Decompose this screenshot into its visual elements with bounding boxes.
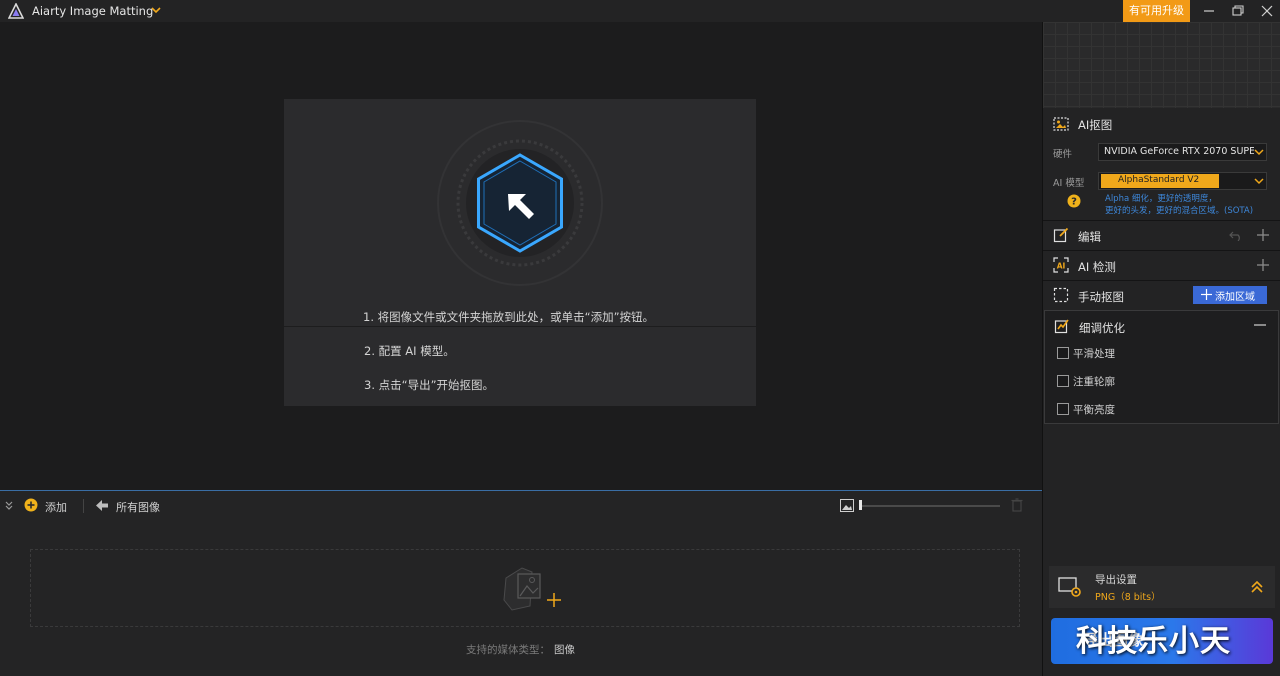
refine-title: 细调优化 xyxy=(1079,321,1125,335)
model-description-line-2: 更好的头发，更好的混合区域。(SOTA) xyxy=(1105,206,1254,216)
upload-hexagon-icon[interactable] xyxy=(434,117,606,289)
drop-zone[interactable]: 1. 将图像文件或文件夹拖放到此处，或单击“添加”按钮。 2. 配置 AI 模型… xyxy=(284,99,756,406)
ai-detect-icon: AI xyxy=(1053,257,1069,273)
export-settings-title: 导出设置 xyxy=(1095,574,1137,586)
restore-icon[interactable] xyxy=(1230,3,1246,19)
all-images-filter[interactable]: 所有图像 xyxy=(116,499,160,515)
selection-icon xyxy=(1053,287,1069,303)
svg-text:?: ? xyxy=(1071,197,1077,208)
slider-handle[interactable] xyxy=(859,500,862,510)
thumbnail-size-slider[interactable] xyxy=(860,505,1000,507)
hardware-label: 硬件 xyxy=(1053,149,1073,160)
plus-icon[interactable] xyxy=(1257,229,1269,241)
app-title: Aiarty Image Matting xyxy=(32,4,154,18)
smooth-checkbox[interactable] xyxy=(1057,347,1069,359)
instruction-step-1: 1. 将图像文件或文件夹拖放到此处，或单击“添加”按钮。 xyxy=(363,310,655,324)
media-type-value: 图像 xyxy=(554,644,575,656)
export-format: PNG（8 bits） xyxy=(1095,592,1161,603)
add-button[interactable]: 添加 xyxy=(45,499,67,515)
ai-matting-icon xyxy=(1053,117,1069,131)
balance-brightness-label: 平衡亮度 xyxy=(1073,404,1115,416)
instruction-step-3: 3. 点击“导出”开始抠图。 xyxy=(364,378,495,392)
model-description-line-1: Alpha 细化，更好的透明度， xyxy=(1105,194,1217,204)
chevron-down-icon xyxy=(1254,178,1264,185)
hardware-select[interactable]: NVIDIA GeForce RTX 2070 SUPER xyxy=(1098,143,1267,161)
chevron-up-icon[interactable] xyxy=(1250,580,1264,594)
instruction-step-2: 2. 配置 AI 模型。 xyxy=(364,344,455,358)
edit-section[interactable]: 编辑 xyxy=(1043,221,1280,250)
upgrade-button[interactable]: 有可用升级 xyxy=(1123,0,1190,22)
settings-sidebar: AI抠图 硬件 NVIDIA GeForce RTX 2070 SUPER AI… xyxy=(1042,22,1280,676)
refine-section: 细调优化 平滑处理 注重轮廓 平衡亮度 xyxy=(1044,310,1279,424)
main-canvas: 1. 将图像文件或文件夹拖放到此处，或单击“添加”按钮。 2. 配置 AI 模型… xyxy=(0,22,1042,490)
refine-icon xyxy=(1054,319,1069,334)
add-region-button[interactable]: 添加区域 xyxy=(1193,286,1267,304)
ai-detect-title: AI 检测 xyxy=(1078,260,1116,274)
edit-title: 编辑 xyxy=(1078,230,1101,244)
collapse-minus-icon[interactable] xyxy=(1254,324,1266,326)
manual-matting-title: 手动抠图 xyxy=(1078,290,1124,304)
sparkle-icon xyxy=(1201,289,1212,300)
add-icon[interactable] xyxy=(24,498,38,512)
watermark-text: 科技乐小天 xyxy=(1076,624,1231,659)
image-size-icon xyxy=(840,499,854,512)
ai-matting-section: AI抠图 硬件 NVIDIA GeForce RTX 2070 SUPER AI… xyxy=(1043,108,1280,220)
add-image-icon[interactable] xyxy=(502,566,564,612)
manual-matting-section[interactable]: 手动抠图 添加区域 xyxy=(1043,281,1280,310)
toolbar-divider xyxy=(83,499,84,513)
card-divider xyxy=(284,326,756,327)
model-value: AlphaStandard V2 xyxy=(1118,175,1200,185)
model-pill: AlphaStandard V2 xyxy=(1101,174,1219,188)
media-type-label: 支持的媒体类型： xyxy=(466,644,550,656)
image-list-panel: 添加 所有图像 支持的媒体类型： 图像 xyxy=(0,490,1042,676)
plus-icon[interactable] xyxy=(1257,259,1269,271)
trash-icon[interactable] xyxy=(1011,498,1023,512)
chevron-down-icon xyxy=(1254,149,1264,156)
close-icon[interactable] xyxy=(1259,3,1275,19)
contour-label: 注重轮廓 xyxy=(1073,376,1115,388)
title-bar: Aiarty Image Matting 有可用升级 xyxy=(0,0,1280,22)
arrow-left-icon[interactable] xyxy=(96,500,108,511)
export-settings-icon xyxy=(1058,577,1081,597)
preview-thumbnail xyxy=(1043,22,1280,108)
ai-model-label: AI 模型 xyxy=(1053,178,1085,189)
edit-icon xyxy=(1053,227,1069,243)
hardware-value: NVIDIA GeForce RTX 2070 SUPER xyxy=(1104,146,1254,157)
help-icon[interactable]: ? xyxy=(1067,194,1081,208)
chevron-down-icon[interactable] xyxy=(150,4,162,16)
app-logo-icon xyxy=(8,3,24,19)
thumbnail-drop-area[interactable] xyxy=(30,549,1020,627)
svg-text:AI: AI xyxy=(1057,262,1066,271)
ai-detect-section[interactable]: AI AI 检测 xyxy=(1043,251,1280,280)
ai-matting-title: AI抠图 xyxy=(1078,118,1113,132)
add-region-label: 添加区域 xyxy=(1215,292,1255,303)
undo-icon[interactable] xyxy=(1229,229,1243,241)
collapse-icon[interactable] xyxy=(4,500,14,512)
minimize-icon[interactable] xyxy=(1201,3,1217,19)
ai-model-select[interactable]: AlphaStandard V2 xyxy=(1098,172,1267,190)
smooth-label: 平滑处理 xyxy=(1073,348,1115,360)
export-settings[interactable]: 导出设置 PNG（8 bits） xyxy=(1049,566,1275,608)
balance-brightness-checkbox[interactable] xyxy=(1057,403,1069,415)
contour-checkbox[interactable] xyxy=(1057,375,1069,387)
